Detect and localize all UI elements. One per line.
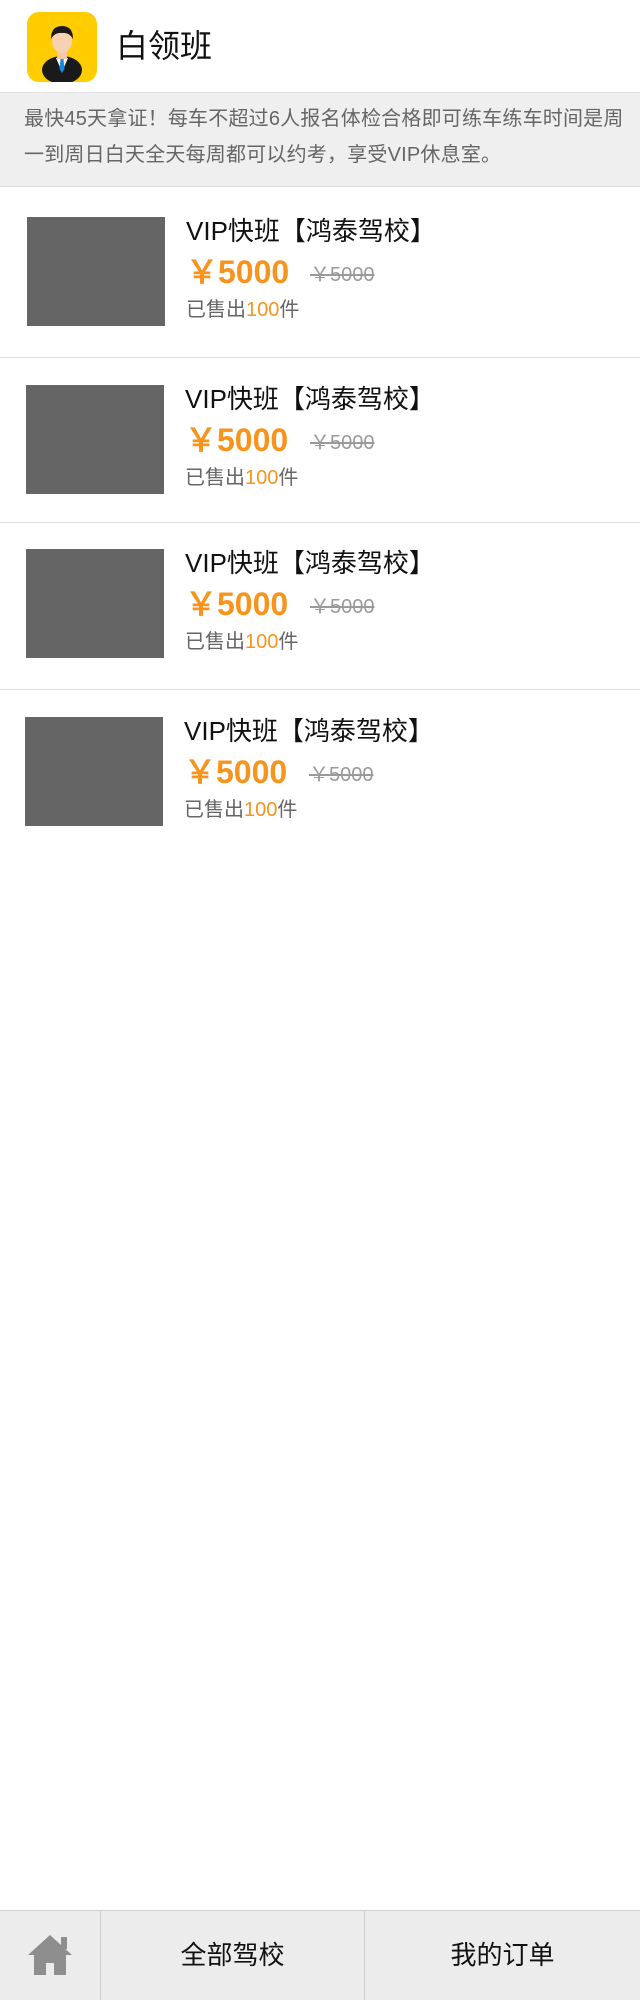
product-price: ￥5000 <box>184 754 288 790</box>
product-image <box>26 549 164 658</box>
sold-suffix: 件 <box>277 799 298 821</box>
nav-home-button[interactable] <box>0 1911 101 2000</box>
product-original-price: ￥5000 <box>310 432 375 454</box>
sold-number: 100 <box>246 299 280 321</box>
product-original-price: ￥5000 <box>310 264 375 286</box>
businessman-avatar-icon <box>27 12 97 82</box>
home-icon <box>28 1935 72 1975</box>
page-title: 白领班 <box>116 28 213 64</box>
sold-prefix: 已售出 <box>185 631 245 653</box>
product-name: VIP快班【鸿泰驾校】 <box>184 716 434 746</box>
list-item[interactable]: VIP快班【鸿泰驾校】 ￥5000 ￥5000 已售出100件 <box>0 523 640 690</box>
product-name: VIP快班【鸿泰驾校】 <box>185 548 435 578</box>
notice-banner: 最快45天拿证！每车不超过6人报名体检合格即可练车练车时间是周一到周日白天全天每… <box>0 92 640 187</box>
sold-prefix: 已售出 <box>184 799 244 821</box>
product-name: VIP快班【鸿泰驾校】 <box>185 384 435 414</box>
list-item[interactable]: VIP快班【鸿泰驾校】 ￥5000 ￥5000 已售出100件 <box>0 358 640 523</box>
product-original-price: ￥5000 <box>309 764 374 786</box>
product-price: ￥5000 <box>185 422 289 458</box>
sold-number: 100 <box>245 631 279 653</box>
product-image <box>25 717 163 826</box>
product-sold-count: 已售出100件 <box>186 297 299 323</box>
product-image <box>26 385 164 494</box>
sold-suffix: 件 <box>279 299 300 321</box>
product-sold-count: 已售出100件 <box>184 797 297 823</box>
notice-text: 最快45天拿证！每车不超过6人报名体检合格即可练车练车时间是周一到周日白天全天每… <box>24 108 624 166</box>
header: 白领班 <box>0 0 640 92</box>
product-price: ￥5000 <box>186 254 290 290</box>
product-sold-count: 已售出100件 <box>185 465 298 491</box>
nav-all-schools-tab[interactable]: 全部驾校 <box>101 1911 365 2000</box>
sold-suffix: 件 <box>278 631 299 653</box>
product-image <box>27 217 165 326</box>
list-item[interactable]: VIP快班【鸿泰驾校】 ￥5000 ￥5000 已售出100件 <box>0 188 640 358</box>
nav-my-orders-tab[interactable]: 我的订单 <box>365 1911 640 2000</box>
sold-suffix: 件 <box>278 467 299 489</box>
bottom-nav: 全部驾校 我的订单 <box>0 1910 640 2000</box>
sold-prefix: 已售出 <box>185 467 245 489</box>
product-name: VIP快班【鸿泰驾校】 <box>186 216 436 246</box>
list-item[interactable]: VIP快班【鸿泰驾校】 ￥5000 ￥5000 已售出100件 <box>0 690 640 850</box>
sold-number: 100 <box>245 467 279 489</box>
product-sold-count: 已售出100件 <box>185 629 298 655</box>
sold-prefix: 已售出 <box>186 299 246 321</box>
sold-number: 100 <box>244 799 278 821</box>
product-original-price: ￥5000 <box>310 596 375 618</box>
product-price: ￥5000 <box>185 586 289 622</box>
